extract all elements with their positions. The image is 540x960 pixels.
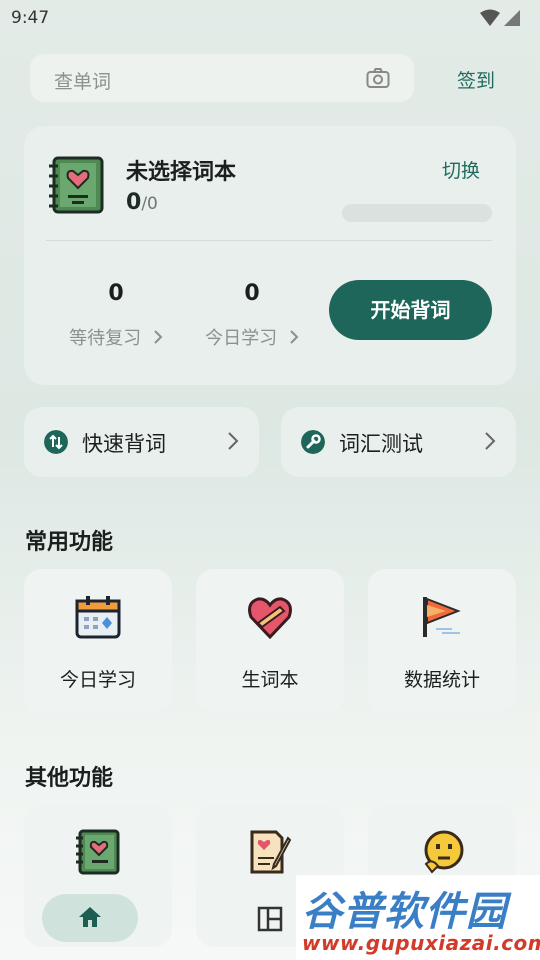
checkin-button[interactable]: 签到	[457, 66, 495, 93]
vocab-test-card[interactable]: 词汇测试	[281, 407, 516, 477]
calendar-icon	[75, 596, 121, 639]
card-divider	[46, 240, 492, 241]
letter-pen-icon	[250, 830, 292, 874]
today-label-text: 今日学习	[205, 328, 278, 349]
chevron-right-icon	[154, 330, 163, 344]
quick-study-label: 快速背词	[82, 432, 166, 456]
search-input[interactable]: 查单词	[30, 54, 414, 102]
start-study-button[interactable]: 开始背词	[329, 280, 492, 340]
book-card: 未选择词本 0/0 切换 0 等待复习 0 今日学习 开始背词	[24, 126, 516, 385]
chevron-right-icon	[290, 330, 299, 344]
book-progress: 0/0	[126, 190, 158, 215]
book-progress-bar	[342, 204, 492, 222]
statistics-label: 数据统计	[403, 669, 480, 691]
layout-icon[interactable]	[257, 906, 283, 932]
status-bar: 9:47	[0, 0, 540, 36]
vocab-test-label: 词汇测试	[339, 432, 423, 456]
review-label-text: 等待复习	[69, 328, 142, 349]
flag-icon	[423, 597, 461, 637]
nav-home-tab[interactable]	[42, 894, 138, 942]
search-placeholder: 查单词	[54, 71, 112, 93]
switch-book-button[interactable]: 切换	[442, 156, 480, 183]
book-learned: 0	[126, 190, 142, 215]
status-time: 9:47	[11, 8, 50, 28]
wifi-icon	[480, 9, 500, 26]
today-study-tile[interactable]: 今日学习	[24, 569, 172, 712]
review-label: 等待复习	[46, 324, 186, 350]
new-words-tile[interactable]: 生词本	[196, 569, 344, 712]
watermark: 谷普软件园 www.gupuxiazai.com	[296, 875, 540, 960]
watermark-title: 谷普软件园	[302, 889, 507, 935]
new-words-label: 生词本	[241, 669, 299, 691]
common-section-title: 常用功能	[25, 530, 114, 555]
review-count: 0	[108, 281, 124, 306]
thinking-face-icon	[424, 830, 464, 874]
review-stat[interactable]: 0 等待复习	[46, 281, 186, 350]
today-label: 今日学习	[182, 324, 322, 350]
notebook-heart-icon	[49, 156, 104, 214]
other-section-title: 其他功能	[25, 766, 114, 791]
signal-icon	[504, 10, 520, 26]
quick-study-card[interactable]: 快速背词	[24, 407, 259, 477]
chevron-right-icon	[485, 432, 496, 450]
heart-book-icon	[248, 597, 292, 640]
status-icons	[480, 9, 520, 27]
wrench-icon	[301, 430, 325, 454]
book-title: 未选择词本	[126, 160, 237, 185]
camera-icon[interactable]	[366, 67, 390, 89]
chevron-right-icon	[228, 432, 239, 450]
today-study-label: 今日学习	[59, 669, 136, 691]
book-total: /0	[141, 194, 158, 214]
statistics-tile[interactable]: 数据统计	[368, 569, 516, 712]
home-icon	[79, 907, 101, 927]
swap-arrows-icon	[44, 430, 68, 454]
today-stat[interactable]: 0 今日学习	[182, 281, 322, 350]
notebook-heart-icon	[76, 829, 120, 875]
search-row: 查单词 签到	[30, 54, 510, 102]
today-count: 0	[244, 281, 260, 306]
watermark-url: www.gupuxiazai.com	[302, 931, 540, 955]
